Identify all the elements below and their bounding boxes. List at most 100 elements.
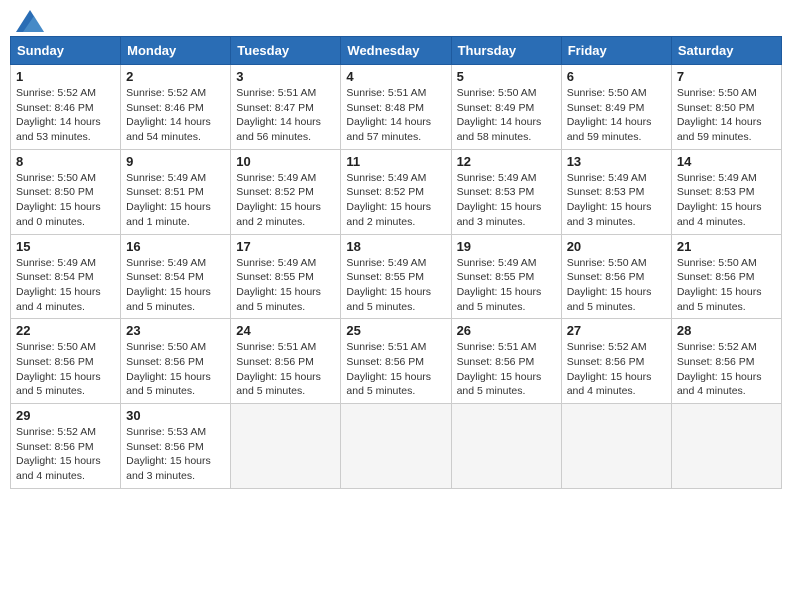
day-info: Sunrise: 5:50 AMSunset: 8:56 PMDaylight:… [16,340,115,399]
day-number: 2 [126,69,225,84]
day-number: 6 [567,69,666,84]
day-cell: 28 Sunrise: 5:52 AMSunset: 8:56 PMDayligh… [671,319,781,404]
day-info: Sunrise: 5:51 AMSunset: 8:48 PMDaylight:… [346,86,445,145]
day-cell: 26 Sunrise: 5:51 AMSunset: 8:56 PMDayligh… [451,319,561,404]
week-row-5: 29 Sunrise: 5:52 AMSunset: 8:56 PMDayligh… [11,404,782,489]
day-cell: 8 Sunrise: 5:50 AMSunset: 8:50 PMDaylight… [11,149,121,234]
day-cell: 5 Sunrise: 5:50 AMSunset: 8:49 PMDaylight… [451,65,561,150]
day-info: Sunrise: 5:52 AMSunset: 8:46 PMDaylight:… [16,86,115,145]
header-saturday: Saturday [671,37,781,65]
day-cell [451,404,561,489]
week-row-4: 22 Sunrise: 5:50 AMSunset: 8:56 PMDayligh… [11,319,782,404]
day-info: Sunrise: 5:49 AMSunset: 8:53 PMDaylight:… [567,171,666,230]
calendar-table: SundayMondayTuesdayWednesdayThursdayFrid… [10,36,782,489]
header-thursday: Thursday [451,37,561,65]
day-number: 13 [567,154,666,169]
day-info: Sunrise: 5:51 AMSunset: 8:56 PMDaylight:… [236,340,335,399]
day-cell: 3Sunrise: 5:51 AMSunset: 8:47 PMDaylight… [231,65,341,150]
day-info: Sunrise: 5:53 AMSunset: 8:56 PMDaylight:… [126,425,225,484]
day-number: 19 [457,239,556,254]
header-tuesday: Tuesday [231,37,341,65]
day-cell: 13 Sunrise: 5:49 AMSunset: 8:53 PMDayligh… [561,149,671,234]
day-number: 15 [16,239,115,254]
day-cell: 17 Sunrise: 5:49 AMSunset: 8:55 PMDayligh… [231,234,341,319]
week-row-3: 15 Sunrise: 5:49 AMSunset: 8:54 PMDayligh… [11,234,782,319]
logo [14,10,46,28]
day-number: 11 [346,154,445,169]
day-number: 27 [567,323,666,338]
day-cell: 12Sunrise: 5:49 AMSunset: 8:53 PMDayligh… [451,149,561,234]
day-cell: 21 Sunrise: 5:50 AMSunset: 8:56 PMDayligh… [671,234,781,319]
header-friday: Friday [561,37,671,65]
day-info: Sunrise: 5:49 AMSunset: 8:52 PMDaylight:… [236,171,335,230]
day-number: 23 [126,323,225,338]
day-cell: 19 Sunrise: 5:49 AMSunset: 8:55 PMDayligh… [451,234,561,319]
day-info: Sunrise: 5:49 AMSunset: 8:52 PMDaylight:… [346,171,445,230]
day-info: Sunrise: 5:49 AMSunset: 8:53 PMDaylight:… [677,171,776,230]
day-number: 8 [16,154,115,169]
day-info: Sunrise: 5:50 AMSunset: 8:56 PMDaylight:… [677,256,776,315]
day-number: 16 [126,239,225,254]
day-cell: 23 Sunrise: 5:50 AMSunset: 8:56 PMDayligh… [121,319,231,404]
day-info: Sunrise: 5:49 AMSunset: 8:55 PMDaylight:… [457,256,556,315]
day-info: Sunrise: 5:52 AMSunset: 8:56 PMDaylight:… [16,425,115,484]
day-number: 18 [346,239,445,254]
day-info: Sunrise: 5:50 AMSunset: 8:56 PMDaylight:… [126,340,225,399]
day-cell: 20Sunrise: 5:50 AMSunset: 8:56 PMDayligh… [561,234,671,319]
day-info: Sunrise: 5:49 AMSunset: 8:55 PMDaylight:… [346,256,445,315]
day-info: Sunrise: 5:49 AMSunset: 8:54 PMDaylight:… [16,256,115,315]
day-number: 4 [346,69,445,84]
day-number: 3 [236,69,335,84]
day-number: 10 [236,154,335,169]
day-number: 9 [126,154,225,169]
day-number: 1 [16,69,115,84]
day-number: 12 [457,154,556,169]
day-cell: 10 Sunrise: 5:49 AMSunset: 8:52 PMDayligh… [231,149,341,234]
day-cell: 18 Sunrise: 5:49 AMSunset: 8:55 PMDayligh… [341,234,451,319]
day-number: 21 [677,239,776,254]
day-cell: 27 Sunrise: 5:52 AMSunset: 8:56 PMDayligh… [561,319,671,404]
day-cell: 1 Sunrise: 5:52 AMSunset: 8:46 PMDaylight… [11,65,121,150]
day-cell: 2 Sunrise: 5:52 AMSunset: 8:46 PMDaylight… [121,65,231,150]
day-cell: 7Sunrise: 5:50 AMSunset: 8:50 PMDaylight… [671,65,781,150]
day-info: Sunrise: 5:50 AMSunset: 8:49 PMDaylight:… [567,86,666,145]
day-info: Sunrise: 5:52 AMSunset: 8:56 PMDaylight:… [567,340,666,399]
day-cell: 30 Sunrise: 5:53 AMSunset: 8:56 PMDayligh… [121,404,231,489]
day-cell: 4 Sunrise: 5:51 AMSunset: 8:48 PMDaylight… [341,65,451,150]
day-cell: 9 Sunrise: 5:49 AMSunset: 8:51 PMDaylight… [121,149,231,234]
day-number: 30 [126,408,225,423]
day-number: 28 [677,323,776,338]
day-info: Sunrise: 5:52 AMSunset: 8:46 PMDaylight:… [126,86,225,145]
calendar-body: 1 Sunrise: 5:52 AMSunset: 8:46 PMDaylight… [11,65,782,489]
day-number: 5 [457,69,556,84]
day-info: Sunrise: 5:49 AMSunset: 8:55 PMDaylight:… [236,256,335,315]
day-cell: 16 Sunrise: 5:49 AMSunset: 8:54 PMDayligh… [121,234,231,319]
header-sunday: Sunday [11,37,121,65]
header-monday: Monday [121,37,231,65]
calendar-header-row: SundayMondayTuesdayWednesdayThursdayFrid… [11,37,782,65]
day-number: 29 [16,408,115,423]
day-cell: 14 Sunrise: 5:49 AMSunset: 8:53 PMDayligh… [671,149,781,234]
day-info: Sunrise: 5:51 AMSunset: 8:56 PMDaylight:… [457,340,556,399]
day-number: 24 [236,323,335,338]
day-cell [341,404,451,489]
day-number: 26 [457,323,556,338]
day-cell: 15 Sunrise: 5:49 AMSunset: 8:54 PMDayligh… [11,234,121,319]
week-row-2: 8 Sunrise: 5:50 AMSunset: 8:50 PMDaylight… [11,149,782,234]
day-info: Sunrise: 5:50 AMSunset: 8:56 PMDaylight:… [567,256,666,315]
day-info: Sunrise: 5:49 AMSunset: 8:51 PMDaylight:… [126,171,225,230]
header-wednesday: Wednesday [341,37,451,65]
day-cell: 29 Sunrise: 5:52 AMSunset: 8:56 PMDayligh… [11,404,121,489]
day-number: 25 [346,323,445,338]
day-number: 22 [16,323,115,338]
day-cell: 24 Sunrise: 5:51 AMSunset: 8:56 PMDayligh… [231,319,341,404]
day-info: Sunrise: 5:50 AMSunset: 8:49 PMDaylight:… [457,86,556,145]
day-info: Sunrise: 5:52 AMSunset: 8:56 PMDaylight:… [677,340,776,399]
day-cell: 11 Sunrise: 5:49 AMSunset: 8:52 PMDayligh… [341,149,451,234]
day-number: 14 [677,154,776,169]
day-number: 17 [236,239,335,254]
day-info: Sunrise: 5:50 AMSunset: 8:50 PMDaylight:… [677,86,776,145]
day-info: Sunrise: 5:49 AMSunset: 8:54 PMDaylight:… [126,256,225,315]
day-cell [671,404,781,489]
day-info: Sunrise: 5:50 AMSunset: 8:50 PMDaylight:… [16,171,115,230]
